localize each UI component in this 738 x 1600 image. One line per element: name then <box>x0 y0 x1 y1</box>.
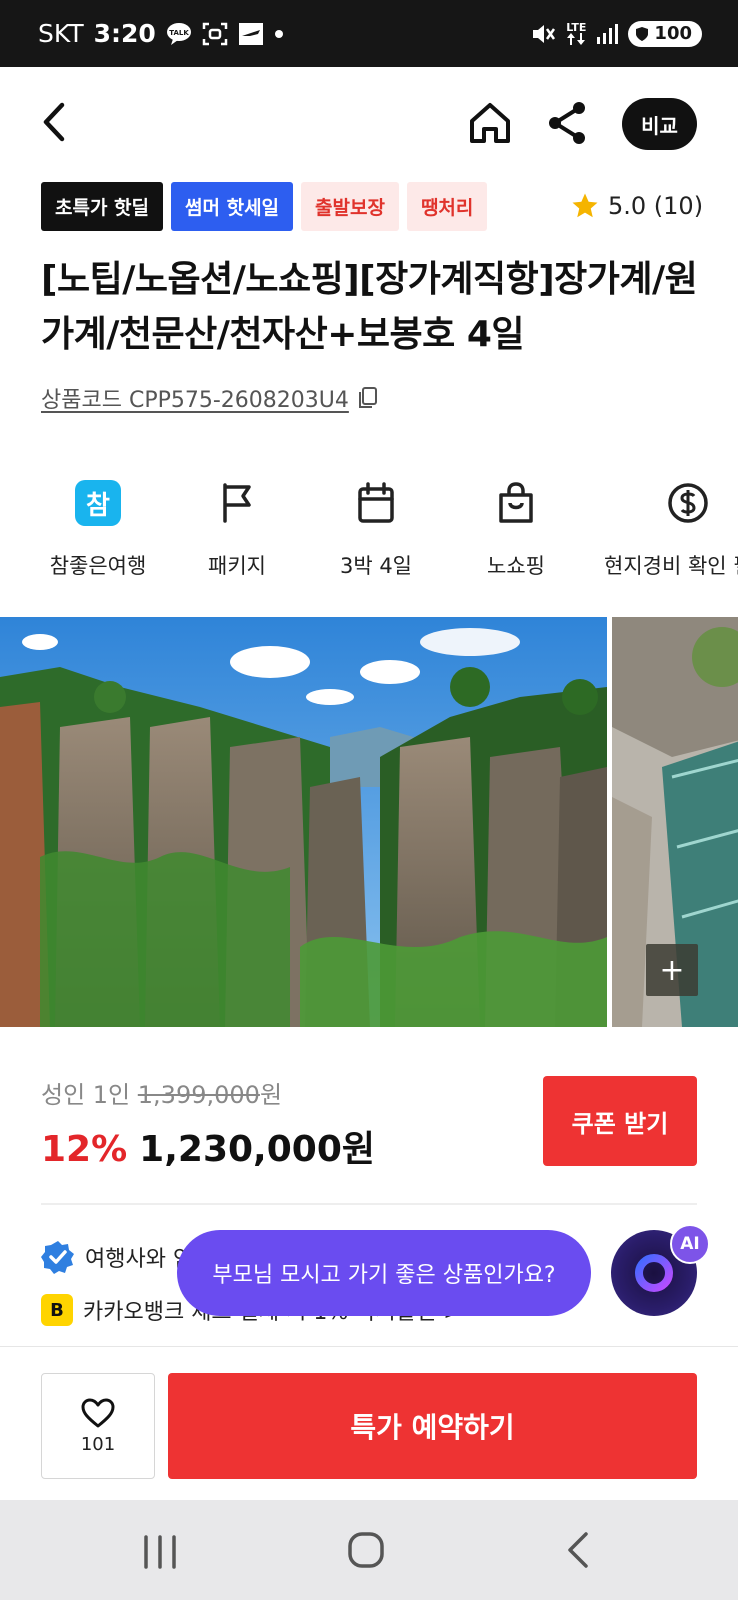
system-back-icon <box>568 1532 588 1568</box>
recent-apps-icon <box>144 1535 176 1569</box>
home-button[interactable] <box>466 99 514 147</box>
per-person-label: 성인 1인 <box>41 1081 131 1109</box>
wishlist-count: 101 <box>80 1433 116 1455</box>
kakaobank-icon: B <box>41 1294 73 1326</box>
share-button[interactable] <box>546 99 590 147</box>
original-price: 1,399,000 <box>137 1081 260 1109</box>
ai-suggestion-bubble[interactable]: 부모님 모시고 가기 좋은 상품인가요? <box>177 1230 591 1316</box>
calendar-icon <box>358 482 394 523</box>
original-price-line: 성인 1인 1,399,000원 <box>41 1075 375 1110</box>
signal-icon <box>596 23 619 45</box>
clock: 3:20 <box>93 19 156 48</box>
book-now-button[interactable]: 특가 예약하기 <box>168 1373 697 1479</box>
chamjoeun-logo-icon: 참 <box>75 480 121 526</box>
shopping-bag-icon <box>499 482 533 523</box>
get-coupon-button[interactable]: 쿠폰 받기 <box>543 1076 697 1166</box>
sale-price-line: 12% 1,230,000원 <box>41 1120 375 1172</box>
more-photos-button[interactable]: + <box>646 944 698 996</box>
photo-gallery[interactable] <box>0 617 738 1027</box>
heart-icon <box>81 1398 115 1427</box>
badge-summer-sale: 썸머 핫세일 <box>171 182 294 231</box>
product-code-row[interactable]: 상품코드 CPP575-2608203U4 <box>41 382 379 414</box>
info-item-duration: 3박 4일 <box>306 478 446 580</box>
flag-icon <box>223 483 251 523</box>
sale-price: 1,230,000원 <box>139 1129 375 1170</box>
dollar-icon <box>668 483 708 523</box>
badge-clearance: 땡처리 <box>406 182 488 231</box>
more-notifications-dot-icon <box>274 29 284 39</box>
home-circle-icon <box>348 1532 384 1568</box>
badge-hot-deal: 초특가 핫딜 <box>41 182 164 231</box>
zhangjiajie-mountain-photo <box>0 617 607 1027</box>
verified-check-icon <box>41 1241 74 1274</box>
status-bar: SKT 3:20 TALK LTE 100 <box>0 0 738 67</box>
info-item-no-shopping: 노쇼핑 <box>446 478 586 580</box>
info-label: 노쇼핑 <box>487 554 545 578</box>
system-home-button[interactable] <box>346 1530 386 1574</box>
info-item-agency[interactable]: 참 참좋은여행 <box>28 478 168 580</box>
kakaotalk-notification-icon: TALK <box>166 22 192 46</box>
battery-level: 100 <box>654 23 692 44</box>
info-label: 현지경비 확인 필 <box>604 554 738 578</box>
battery-saver-icon <box>636 26 649 41</box>
product-info-row: 참 참좋은여행 패키지 3박 4일 노쇼핑 현지경비 확인 필 <box>0 478 738 588</box>
battery-indicator: 100 <box>628 20 702 47</box>
airline-app-icon <box>238 22 264 46</box>
back-button[interactable] <box>36 97 76 147</box>
original-price-currency: 원 <box>259 1081 283 1109</box>
carrier-label: SKT <box>38 19 84 48</box>
compare-button[interactable]: 비교 <box>622 98 697 150</box>
svg-text:TALK: TALK <box>169 29 189 37</box>
star-icon <box>572 193 598 218</box>
screenshot-icon <box>202 22 228 46</box>
system-back-button[interactable] <box>560 1530 600 1574</box>
chevron-left-icon <box>43 102 65 142</box>
recent-apps-button[interactable] <box>140 1532 180 1576</box>
rating[interactable]: 5.0 (10) <box>570 186 703 226</box>
badge-departure-guaranteed: 출발보장 <box>301 182 399 231</box>
wishlist-button[interactable]: 101 <box>41 1373 155 1479</box>
system-navigation-bar <box>0 1500 738 1600</box>
bottom-divider <box>0 1346 738 1347</box>
network-label: LTE <box>566 21 587 34</box>
mute-icon <box>530 21 556 47</box>
home-icon <box>470 103 510 143</box>
info-item-local-cost[interactable]: 현지경비 확인 필 <box>604 478 738 580</box>
badge-list: 초특가 핫딜 썸머 핫세일 출발보장 땡처리 <box>41 182 488 231</box>
gallery-photo-main[interactable] <box>0 617 607 1027</box>
discount-rate: 12% <box>41 1129 128 1170</box>
copy-icon[interactable] <box>357 386 379 410</box>
product-title: [노팁/노옵션/노쇼핑][장가계직항]장가계/원가계/천문산/천자산+보봉호 4… <box>41 259 698 355</box>
price-section: 성인 1인 1,399,000원 12% 1,230,000원 <box>41 1075 375 1172</box>
info-item-package: 패키지 <box>167 478 307 580</box>
info-label: 패키지 <box>208 554 266 578</box>
product-code: 상품코드 CPP575-2608203U4 <box>41 388 349 413</box>
info-label: 참좋은여행 <box>49 554 147 578</box>
info-label: 3박 4일 <box>339 554 413 578</box>
lte-icon: LTE <box>566 22 586 45</box>
share-icon <box>549 102 585 144</box>
rating-text: 5.0 (10) <box>608 192 704 220</box>
top-navigation: 비교 <box>0 67 738 185</box>
ai-ring-icon <box>635 1254 673 1292</box>
divider <box>41 1203 697 1205</box>
ai-badge: AI <box>670 1224 710 1264</box>
